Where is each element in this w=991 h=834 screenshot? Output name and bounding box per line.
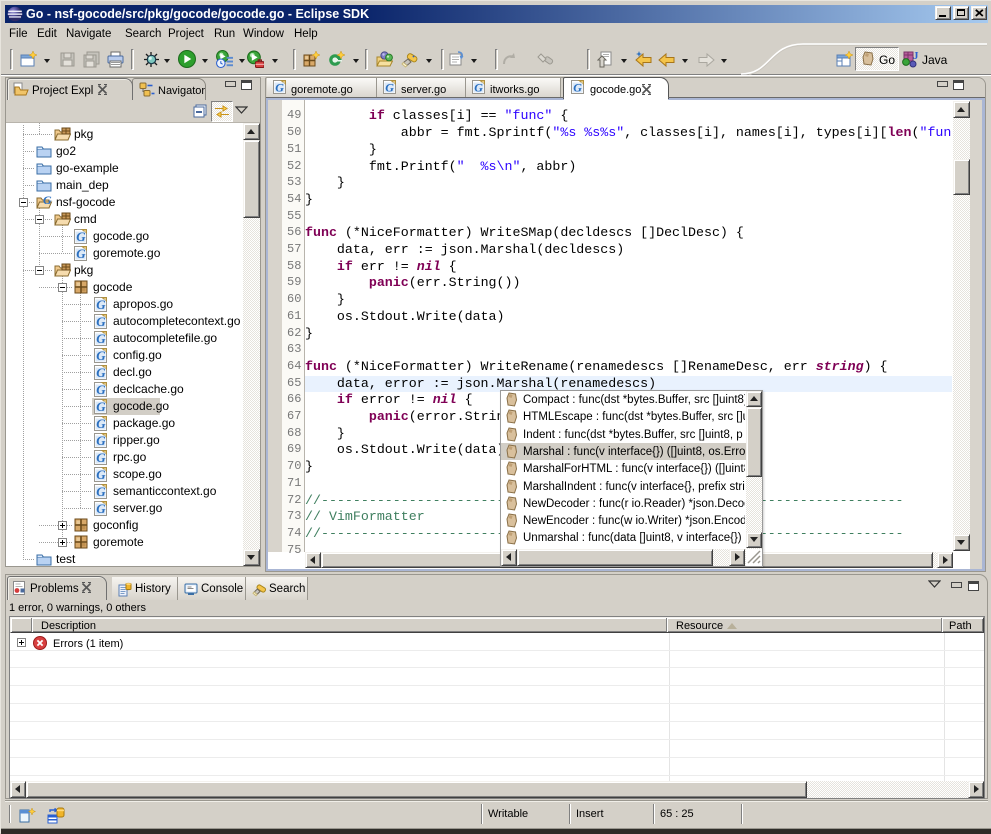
svg-text:G: G bbox=[96, 433, 106, 448]
svg-text:G: G bbox=[573, 81, 582, 95]
svg-text:G: G bbox=[96, 314, 106, 329]
svg-text:G: G bbox=[76, 229, 86, 244]
svg-text:G: G bbox=[96, 467, 106, 482]
svg-text:G: G bbox=[275, 81, 284, 95]
svg-text:G: G bbox=[474, 81, 483, 95]
svg-text:G: G bbox=[96, 348, 106, 363]
svg-text:G: G bbox=[96, 382, 106, 397]
svg-text:G: G bbox=[96, 450, 106, 465]
svg-text:G: G bbox=[76, 246, 86, 261]
svg-text:G: G bbox=[385, 81, 394, 95]
svg-text:G: G bbox=[96, 331, 106, 346]
svg-text:G: G bbox=[96, 399, 106, 414]
svg-text:J: J bbox=[913, 50, 919, 62]
svg-text:G: G bbox=[96, 365, 106, 380]
svg-text:G: G bbox=[43, 195, 52, 207]
svg-text:G: G bbox=[96, 416, 106, 431]
svg-text:G: G bbox=[96, 501, 106, 516]
svg-text:G: G bbox=[96, 297, 106, 312]
svg-text:G: G bbox=[96, 484, 106, 499]
